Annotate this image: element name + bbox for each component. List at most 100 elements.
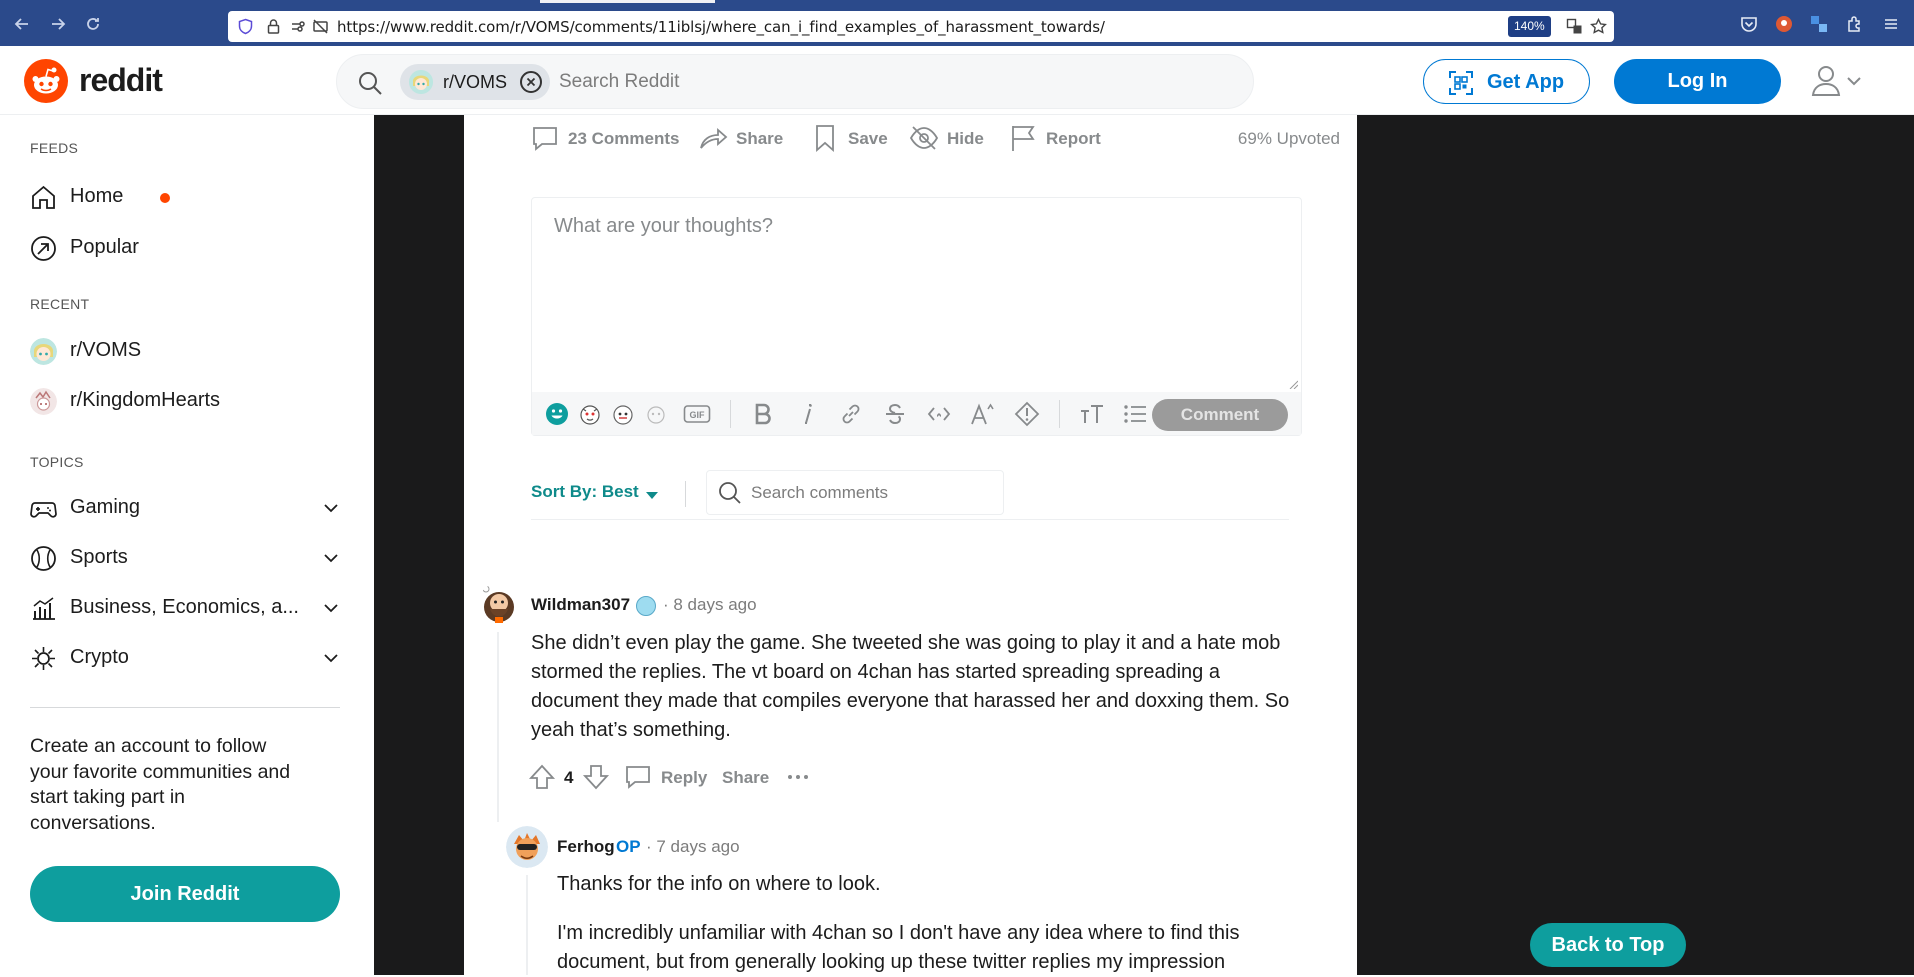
active-tab-indicator <box>540 0 715 3</box>
url-text[interactable]: https://www.reddit.com/r/VOMS/comments/1… <box>337 18 1105 36</box>
save-label: Save <box>848 129 888 148</box>
strikethrough-icon[interactable] <box>882 401 908 427</box>
forward-arrow-icon[interactable] <box>48 14 68 34</box>
back-to-top-button[interactable]: Back to Top <box>1530 923 1686 967</box>
browser-toolbar: https://www.reddit.com/r/VOMS/comments/1… <box>0 0 1914 46</box>
remove-filter-close-icon[interactable] <box>520 71 542 93</box>
comment-timestamp[interactable]: · 8 days ago <box>663 595 757 615</box>
heading-icon[interactable] <box>1079 401 1105 427</box>
recent-section-title: RECENT <box>30 296 90 312</box>
sidebar-item-business[interactable]: Business, Economics, a... <box>30 590 340 626</box>
reload-icon[interactable] <box>83 14 103 34</box>
emoji-icon[interactable] <box>544 401 570 427</box>
search-bar[interactable]: r/VOMS <box>336 54 1254 109</box>
upvote-ratio: 69% Upvoted <box>1237 129 1340 148</box>
duckduckgo-extension-icon[interactable] <box>1775 15 1793 33</box>
caret-down-icon[interactable] <box>644 489 660 501</box>
permissions-icon[interactable] <box>290 18 307 35</box>
sidebar-divider <box>30 707 340 708</box>
toolbar-separator <box>730 400 731 428</box>
bookmark-star-icon[interactable] <box>1590 18 1607 35</box>
italic-icon[interactable] <box>794 401 820 427</box>
zoom-level-badge[interactable]: 140% <box>1508 16 1551 37</box>
home-icon <box>30 184 57 211</box>
comment-search-box[interactable] <box>706 470 1004 515</box>
comment-author[interactable]: Ferhog <box>557 837 615 857</box>
comment-body: She didn’t even play the game. She tweet… <box>531 632 1290 741</box>
share-arrow-icon <box>698 123 728 153</box>
sidebar-item-voms[interactable]: r/VOMS <box>30 333 340 369</box>
sidebar-item-label: r/VOMS <box>70 339 142 361</box>
chevron-down-icon[interactable] <box>322 499 340 517</box>
chevron-down-icon[interactable] <box>322 549 340 567</box>
downvote-arrow-icon[interactable] <box>582 763 610 791</box>
search-input[interactable] <box>559 68 1119 96</box>
user-icon <box>1811 66 1841 96</box>
join-reddit-button[interactable]: Join Reddit <box>30 866 340 922</box>
thread-line[interactable] <box>497 632 499 822</box>
gif-label: GIF <box>690 410 706 420</box>
sidebar-item-sports[interactable]: Sports <box>30 540 340 576</box>
avatar[interactable] <box>506 826 548 868</box>
menu-hamburger-icon[interactable] <box>1882 15 1900 33</box>
tracking-blocked-icon[interactable] <box>312 18 329 35</box>
pocket-icon[interactable] <box>1740 15 1758 33</box>
link-icon[interactable] <box>838 401 864 427</box>
comment-submit-button[interactable]: Comment <box>1152 399 1288 431</box>
more-options-icon[interactable] <box>784 763 812 791</box>
sidebar-item-label: Crypto <box>70 646 129 668</box>
bold-icon[interactable] <box>750 401 776 427</box>
snoo-sticker-2-icon[interactable] <box>610 401 636 427</box>
user-menu-dropdown[interactable] <box>1810 62 1870 100</box>
bulleted-list-icon[interactable] <box>1122 401 1148 427</box>
comment-editor: GIF Comment <box>531 197 1302 436</box>
lock-icon[interactable] <box>265 18 282 35</box>
log-in-button[interactable]: Log In <box>1614 59 1781 104</box>
get-app-button[interactable]: Get App <box>1423 59 1590 104</box>
comment-search-input[interactable] <box>751 481 991 505</box>
resize-handle[interactable] <box>1288 379 1298 389</box>
left-sidebar: FEEDS Home Popular RECENT r/VOMS r/Kingd… <box>0 115 374 975</box>
comment-author[interactable]: Wildman307 <box>531 595 630 615</box>
back-arrow-icon[interactable] <box>12 14 32 34</box>
editor-toolbar: GIF Comment <box>532 392 1301 435</box>
thread-line[interactable] <box>526 875 528 975</box>
sidebar-item-crypto[interactable]: Crypto <box>30 640 340 676</box>
chevron-down-icon[interactable] <box>322 649 340 667</box>
subreddit-filter-chip[interactable]: r/VOMS <box>400 64 550 100</box>
upvote-arrow-icon[interactable] <box>528 763 556 791</box>
snoo-sticker-3-icon[interactable] <box>643 401 669 427</box>
snoo-sticker-icon[interactable] <box>577 401 603 427</box>
address-bar[interactable]: https://www.reddit.com/r/VOMS/comments/1… <box>228 11 1614 42</box>
gif-icon[interactable]: GIF <box>683 401 711 427</box>
sidebar-item-popular[interactable]: Popular <box>30 230 340 266</box>
comment-textarea[interactable] <box>532 198 1301 388</box>
translate-extension-icon[interactable] <box>1810 15 1828 33</box>
spoiler-icon[interactable] <box>1014 401 1040 427</box>
sidebar-item-gaming[interactable]: Gaming <box>30 490 340 526</box>
report-label: Report <box>1046 129 1101 148</box>
shield-icon[interactable] <box>237 18 254 35</box>
inline-code-icon[interactable] <box>926 401 952 427</box>
sort-dropdown[interactable]: Sort By: Best <box>531 482 639 502</box>
reply-bubble-icon[interactable] <box>624 763 652 791</box>
superscript-icon[interactable] <box>970 401 996 427</box>
avatar[interactable] <box>478 583 520 625</box>
translate-icon[interactable] <box>1566 18 1583 35</box>
sidebar-item-home[interactable]: Home <box>30 179 340 215</box>
sidebar-item-kingdomhearts[interactable]: r/KingdomHearts <box>30 383 340 419</box>
reddit-snoo-logo-icon[interactable] <box>24 59 68 103</box>
share-button[interactable]: Share <box>722 768 769 788</box>
chevron-down-icon[interactable] <box>322 599 340 617</box>
comment-timestamp[interactable]: · 7 days ago <box>646 837 740 857</box>
sort-separator <box>685 481 686 507</box>
ball-icon <box>30 545 57 572</box>
chart-icon <box>30 595 57 622</box>
reddit-wordmark[interactable]: reddit <box>79 62 163 99</box>
sidebar-item-label: Sports <box>70 546 128 568</box>
get-app-label: Get App <box>1487 71 1565 93</box>
extensions-puzzle-icon[interactable] <box>1846 15 1864 33</box>
search-icon <box>357 70 383 96</box>
reply-button[interactable]: Reply <box>661 768 707 788</box>
flair-emoji-icon <box>636 596 656 616</box>
